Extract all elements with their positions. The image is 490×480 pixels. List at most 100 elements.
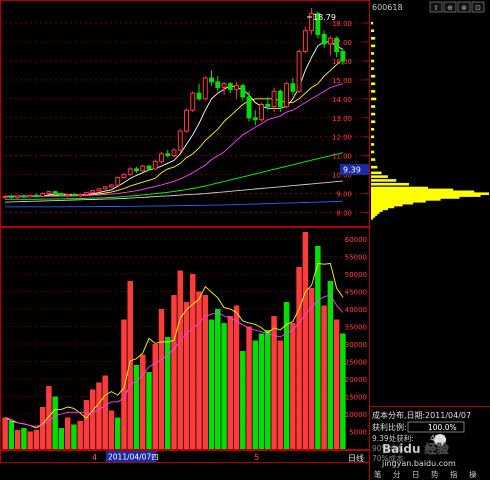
volume-tick-label: 50000	[345, 271, 367, 279]
volume-bar	[27, 431, 33, 449]
volume-bar	[102, 375, 108, 449]
candle-body	[302, 30, 308, 52]
volume-bar	[21, 428, 27, 449]
volume-tick-label: 10000	[345, 411, 367, 419]
candle-body	[234, 85, 239, 90]
candle-body	[90, 190, 96, 194]
chip-bar	[371, 82, 376, 86]
volume-bar	[83, 400, 90, 449]
candle-body	[159, 153, 164, 162]
candle-body	[190, 92, 196, 111]
chip-bar	[371, 21, 374, 25]
candle-body	[215, 81, 221, 88]
date-cursor-label[interactable]: 2011/04/07四	[108, 453, 159, 462]
volume-bar	[121, 319, 127, 449]
candle-body	[202, 77, 208, 100]
candle-body	[227, 83, 233, 90]
stock-chart[interactable]: 18.0017.0016.0015.0014.0013.0012.0011.00…	[0, 0, 490, 480]
volume-tick-label: 45000	[345, 289, 367, 297]
profit-ratio-label: 获利比例:	[372, 422, 407, 432]
candle-body	[40, 193, 46, 197]
watermark-brand: Baidu 经验	[382, 441, 450, 456]
chip-bar	[371, 175, 388, 178]
chip-bar	[371, 44, 376, 48]
volume-bar	[327, 281, 334, 449]
volume-bar	[340, 333, 346, 449]
candle-body	[296, 50, 302, 92]
volume-tick-label: 5000	[349, 429, 367, 437]
bottom-tab[interactable]: 操	[469, 469, 477, 479]
candle-body	[140, 165, 146, 172]
bottom-tab[interactable]: 日	[412, 470, 420, 479]
candle-body	[171, 149, 177, 157]
candle-body	[102, 186, 108, 190]
date-axis-month-a: 4	[92, 453, 97, 462]
candle-body	[46, 191, 52, 195]
bottom-tab[interactable]: 指	[450, 469, 458, 479]
chip-distribution	[371, 21, 489, 220]
chip-bar	[371, 74, 376, 78]
chip-bar	[371, 135, 375, 139]
chip-bar	[371, 179, 397, 182]
candle-body	[33, 194, 39, 197]
chip-bar	[371, 182, 409, 186]
chip-title: 成本分布,日期:	[372, 410, 425, 420]
chip-bar	[371, 120, 376, 123]
price-tick-label: 9.00	[336, 191, 352, 199]
volume-bar	[333, 319, 340, 449]
candle-body	[196, 92, 202, 100]
chip-bar	[371, 112, 376, 116]
chip-bar	[371, 52, 375, 55]
toolbar-icon: ⊡	[475, 4, 481, 12]
toolbar-icon: ⊕	[447, 4, 453, 12]
candlestick-series[interactable]	[2, 8, 346, 200]
candle-body	[127, 168, 133, 176]
chip-bar	[371, 150, 375, 154]
price-tick-label: 17.00	[332, 39, 352, 47]
volume-bar	[89, 389, 96, 449]
volume-bar	[315, 246, 321, 449]
bottom-tab[interactable]: 笔	[374, 469, 382, 479]
candle-body	[77, 194, 83, 197]
chip-bar	[371, 37, 376, 40]
candle-body	[21, 195, 27, 198]
bottom-tabs: 笔分日势指操	[374, 469, 477, 479]
volume-bar	[171, 295, 177, 449]
candle-body	[165, 153, 171, 157]
volume-bar	[46, 386, 52, 449]
volume-bar	[321, 305, 327, 449]
bottom-tab[interactable]: 势	[431, 469, 439, 479]
chip-date: 2011/04/07	[425, 411, 471, 420]
volume-bar	[64, 417, 71, 449]
volume-bar	[146, 372, 152, 449]
chip-bar	[371, 90, 376, 93]
candle-body	[52, 191, 58, 195]
high-price-label: 18.79	[313, 13, 336, 22]
candle-body	[109, 184, 114, 188]
candle-body	[259, 104, 265, 121]
volume-bar	[208, 319, 215, 449]
watermark-url: jingyan.baidu.com	[381, 459, 456, 468]
ma250-line	[5, 200, 343, 208]
volume-bar	[215, 309, 221, 449]
candle-body	[184, 109, 189, 132]
candle-body	[58, 193, 64, 196]
price-tick-label: 11.00	[332, 153, 352, 161]
volume-bar	[183, 302, 190, 449]
volume-bar	[58, 428, 65, 449]
candle-body	[96, 188, 102, 192]
candle-body	[209, 77, 214, 83]
volume-bar	[39, 407, 46, 449]
toolbar-icon: ⇧	[433, 4, 439, 12]
candle-body	[146, 165, 152, 170]
chip-bar	[371, 158, 376, 161]
period-label[interactable]: 日线	[348, 453, 364, 463]
bottom-tab[interactable]: 分	[393, 470, 401, 479]
chip-bar	[371, 165, 378, 169]
price-tick-label: 15.00	[332, 77, 352, 85]
chip-bar	[371, 171, 382, 175]
volume-bar	[296, 267, 302, 449]
volume-tick-label: 40000	[345, 306, 367, 314]
volume-tick-label: 20000	[345, 376, 367, 384]
volume-bar	[233, 305, 240, 449]
